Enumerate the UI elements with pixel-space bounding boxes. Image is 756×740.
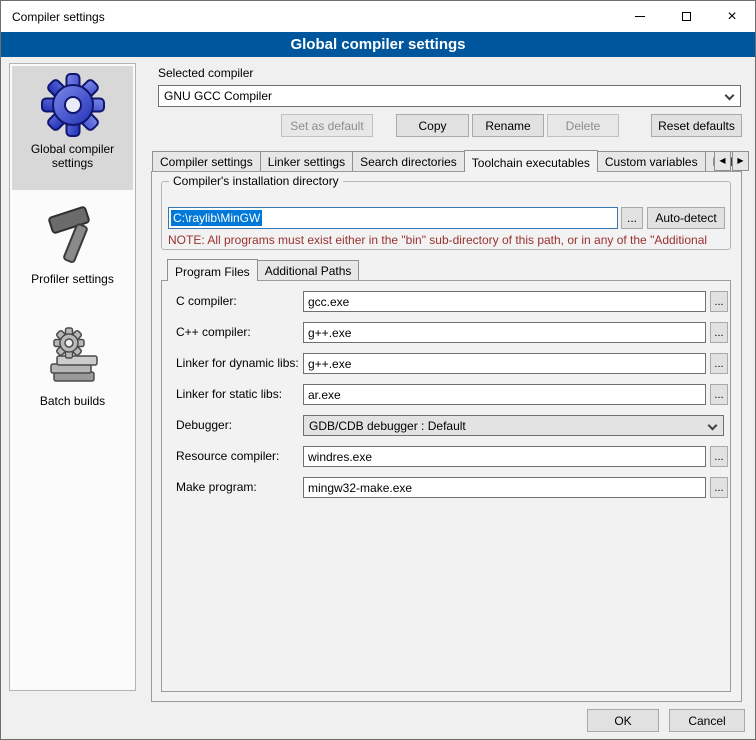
installation-directory-browse-button[interactable]: ...	[621, 207, 643, 229]
dynamic-linker-input[interactable]	[303, 353, 706, 374]
selected-compiler-dropdown[interactable]: GNU GCC Compiler	[158, 85, 741, 107]
sidebar-item-global-compiler-settings[interactable]: Global compiler settings	[12, 66, 133, 190]
tab-scroll-left-button[interactable]: ◀	[714, 151, 731, 171]
subtab-additional-paths[interactable]: Additional Paths	[257, 260, 360, 280]
settings-sidebar: Global compiler settings Profiler settin…	[9, 63, 136, 691]
cancel-button[interactable]: Cancel	[669, 709, 745, 732]
window-controls: ×	[617, 1, 755, 32]
tab-compiler-settings[interactable]: Compiler settings	[152, 151, 261, 171]
static-linker-browse-button[interactable]: ...	[710, 384, 728, 405]
make-program-input[interactable]	[303, 477, 706, 498]
tab-scroll-right-button[interactable]: ▶	[732, 151, 749, 171]
tab-toolchain-executables[interactable]: Toolchain executables	[464, 150, 598, 172]
static-linker-input[interactable]	[303, 384, 706, 405]
dialog-banner: Global compiler settings	[1, 32, 755, 57]
c-compiler-row: C compiler: ...	[162, 291, 730, 312]
dynamic-linker-browse-button[interactable]: ...	[710, 353, 728, 374]
sidebar-item-profiler-settings[interactable]: Profiler settings	[12, 198, 133, 310]
static-linker-row: Linker for static libs: ...	[162, 384, 730, 405]
sidebar-item-label: Profiler settings	[12, 272, 133, 292]
make-program-label: Make program:	[176, 480, 257, 494]
installation-directory-value: C:\raylib\MinGW	[171, 210, 262, 226]
resource-compiler-browse-button[interactable]: ...	[710, 446, 728, 467]
arrow-right-icon: ▶	[737, 157, 743, 165]
delete-button: Delete	[547, 114, 619, 137]
sidebar-item-label: Batch builds	[12, 394, 133, 414]
tab-search-directories[interactable]: Search directories	[352, 151, 465, 171]
cpp-compiler-row: C++ compiler: ...	[162, 322, 730, 343]
installation-directory-group: Compiler's installation directory C:\ray…	[161, 181, 731, 250]
installation-directory-input[interactable]: C:\raylib\MinGW	[168, 207, 618, 229]
ok-button[interactable]: OK	[587, 709, 659, 732]
debugger-dropdown[interactable]: GDB/CDB debugger : Default	[303, 415, 724, 436]
tab-linker-settings[interactable]: Linker settings	[260, 151, 353, 171]
window-title: Compiler settings	[12, 10, 105, 24]
cpp-compiler-browse-button[interactable]: ...	[710, 322, 728, 343]
installation-note: NOTE: All programs must exist either in …	[168, 233, 728, 247]
static-linker-label: Linker for static libs:	[176, 387, 282, 401]
dynamic-linker-row: Linker for dynamic libs: ...	[162, 353, 730, 374]
arrow-left-icon: ◀	[719, 157, 725, 165]
settings-tabstrip: Compiler settings Linker settings Search…	[152, 151, 742, 171]
copy-button[interactable]: Copy	[396, 114, 469, 137]
debugger-label: Debugger:	[176, 418, 232, 432]
global-compiler-gear-icon	[40, 72, 106, 138]
c-compiler-browse-button[interactable]: ...	[710, 291, 728, 312]
chevron-down-icon	[708, 421, 718, 431]
reset-defaults-button[interactable]: Reset defaults	[651, 114, 742, 137]
debugger-value: GDB/CDB debugger : Default	[309, 419, 466, 433]
program-files-tabstrip: Program Files Additional Paths	[167, 260, 358, 280]
c-compiler-label: C compiler:	[176, 294, 237, 308]
chevron-down-icon	[725, 91, 735, 101]
installation-directory-group-label: Compiler's installation directory	[169, 174, 343, 188]
sidebar-item-label: Global compiler settings	[12, 142, 133, 176]
close-icon: ×	[727, 9, 736, 25]
tab-custom-variables[interactable]: Custom variables	[597, 151, 706, 171]
program-files-panel: C compiler: ... C++ compiler: ... Linker…	[161, 280, 731, 692]
debugger-row: Debugger: GDB/CDB debugger : Default	[162, 415, 730, 436]
compiler-settings-window: Compiler settings × Global compiler sett…	[0, 0, 756, 740]
sidebar-item-batch-builds[interactable]: Batch builds	[12, 320, 133, 432]
minimize-icon	[635, 16, 645, 17]
resource-compiler-input[interactable]	[303, 446, 706, 467]
close-button[interactable]: ×	[709, 1, 755, 32]
minimize-button[interactable]	[617, 1, 663, 32]
cpp-compiler-input[interactable]	[303, 322, 706, 343]
cpp-compiler-label: C++ compiler:	[176, 325, 251, 339]
rename-button[interactable]: Rename	[472, 114, 544, 137]
toolchain-executables-panel: Compiler's installation directory C:\ray…	[151, 171, 742, 702]
resource-compiler-row: Resource compiler: ...	[162, 446, 730, 467]
maximize-button[interactable]	[663, 1, 709, 32]
set-as-default-button: Set as default	[281, 114, 373, 137]
resource-compiler-label: Resource compiler:	[176, 449, 279, 463]
profiler-hammer-icon	[40, 204, 106, 268]
make-program-row: Make program: ...	[162, 477, 730, 498]
selected-compiler-value: GNU GCC Compiler	[164, 89, 272, 103]
titlebar[interactable]: Compiler settings ×	[1, 1, 755, 32]
subtab-program-files[interactable]: Program Files	[167, 259, 258, 281]
make-program-browse-button[interactable]: ...	[710, 477, 728, 498]
dynamic-linker-label: Linker for dynamic libs:	[176, 356, 299, 370]
batch-builds-gear-icon	[40, 326, 106, 390]
c-compiler-input[interactable]	[303, 291, 706, 312]
selected-compiler-label: Selected compiler	[158, 66, 253, 80]
auto-detect-button[interactable]: Auto-detect	[647, 207, 725, 229]
maximize-icon	[682, 12, 691, 21]
